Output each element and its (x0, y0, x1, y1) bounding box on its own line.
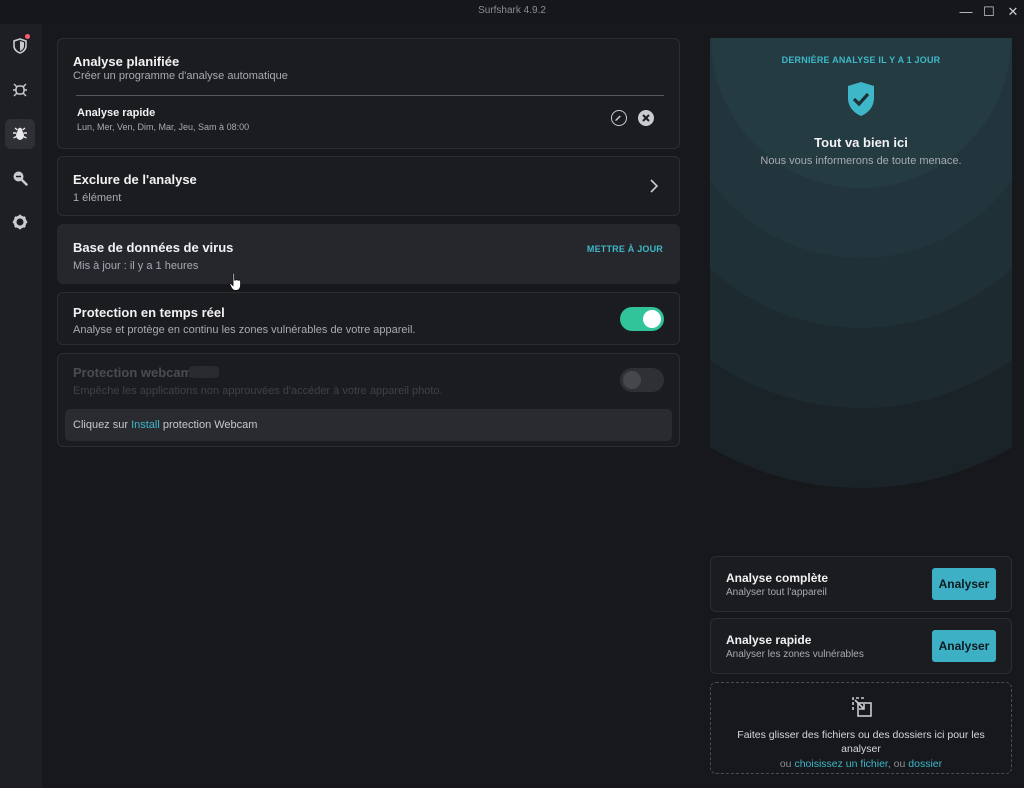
toggle-knob (643, 310, 661, 328)
realtime-subtitle: Analyse et protège en continu les zones … (73, 324, 416, 336)
realtime-protection-card: Protection en temps réel Analyse et prot… (57, 292, 680, 345)
scheduled-scan-title: Analyse planifiée (73, 54, 180, 69)
webcam-subtitle: Empêche les applications non approuvées … (73, 385, 443, 397)
sidebar-item-settings[interactable] (5, 207, 35, 237)
drag-drop-icon (852, 697, 872, 717)
shield-alert-icon (13, 38, 27, 54)
exclude-title: Exclure de l'analyse (73, 172, 197, 187)
exclude-subtitle: 1 élément (73, 192, 122, 204)
bug-scan-icon (13, 83, 27, 97)
webcam-install-note: Cliquez sur Install protection Webcam (65, 409, 672, 441)
window-title: Surfshark 4.9.2 (478, 5, 546, 16)
or-text: ou (779, 758, 795, 770)
maximize-button[interactable]: ☐ (979, 3, 999, 21)
scheduled-scan-card: Analyse planifiée Créer un programme d'a… (57, 38, 680, 149)
status-subtitle: Nous vous informerons de toute menace. (760, 155, 962, 167)
choose-folder-link[interactable]: dossier (908, 758, 942, 770)
scheduled-entry-days: Lun, Mer, Ven, Dim, Mar, Jeu, Sam à 08:0… (77, 122, 250, 132)
scheduled-entry: Analyse rapide Lun, Mer, Ven, Dim, Mar, … (76, 95, 664, 147)
file-drop-zone[interactable]: Faites glisser des fichiers ou des dossi… (710, 682, 1012, 774)
realtime-title: Protection en temps réel (73, 305, 225, 320)
update-database-button[interactable]: METTRE À JOUR (587, 244, 663, 254)
sidebar-item-alert-scan[interactable] (5, 75, 35, 105)
scan-status-panel: DERNIÈRE ANALYSE IL Y A 1 JOUR Tout va b… (710, 38, 1012, 568)
settings-icon (12, 214, 28, 230)
title-bar: Surfshark 4.9.2 — ☐ ✕ (0, 0, 1024, 24)
shield-check-icon (848, 82, 874, 116)
alert-dot (25, 34, 30, 39)
sidebar (0, 24, 42, 788)
chevron-right-icon (650, 179, 659, 193)
search-leak-icon (13, 171, 28, 186)
full-scan-card: Analyse complète Analyser tout l'apparei… (710, 556, 1012, 612)
main-content: Analyse planifiée Créer un programme d'a… (42, 24, 1024, 788)
webcam-toggle[interactable] (620, 368, 664, 392)
note-prefix: Cliquez sur (73, 419, 132, 431)
last-scan-tag: DERNIÈRE ANALYSE IL Y A 1 JOUR (781, 55, 941, 65)
note-suffix: protection Webcam (159, 419, 258, 431)
edit-icon (615, 115, 621, 121)
close-window-button[interactable]: ✕ (1003, 3, 1023, 21)
sidebar-item-alert[interactable] (5, 31, 35, 61)
full-scan-title: Analyse complète (726, 571, 829, 585)
status-title: Tout va bien ici (814, 135, 908, 150)
close-icon (642, 114, 650, 122)
install-link[interactable]: Install (131, 419, 160, 431)
webcam-protection-card: Protection webcam Empêche les applicatio… (57, 353, 680, 447)
sidebar-item-antivirus[interactable] (5, 119, 35, 149)
sidebar-item-search[interactable] (5, 163, 35, 193)
database-title: Base de données de virus (73, 240, 234, 255)
exclude-card[interactable]: Exclure de l'analyse 1 élément (57, 156, 680, 216)
drop-zone-text: Faites glisser des fichiers ou des dossi… (737, 729, 985, 755)
virus-database-card: Base de données de virus Mis à jour : il… (57, 224, 680, 284)
full-scan-button[interactable]: Analyser (932, 568, 996, 600)
edit-schedule-button[interactable] (611, 110, 627, 126)
realtime-toggle[interactable] (620, 307, 664, 331)
scheduled-entry-title: Analyse rapide (77, 107, 156, 119)
quick-scan-title: Analyse rapide (726, 633, 812, 647)
drop-zone-links: ou choisissez un fichier, ou dossier (711, 758, 1011, 770)
webcam-title: Protection webcam (73, 365, 193, 380)
database-subtitle: Mis à jour : il y a 1 heures (73, 260, 199, 272)
webcam-badge (189, 366, 219, 378)
scheduled-scan-subtitle: Créer un programme d'analyse automatique (73, 70, 288, 82)
choose-file-link[interactable]: choisissez un fichier (794, 758, 887, 770)
quick-scan-button[interactable]: Analyser (932, 630, 996, 662)
delete-schedule-button[interactable] (638, 110, 654, 126)
full-scan-subtitle: Analyser tout l'appareil (726, 587, 827, 598)
hand-cursor-icon (229, 272, 242, 291)
antivirus-icon (13, 127, 27, 140)
or-text: , ou (887, 758, 909, 770)
quick-scan-subtitle: Analyser les zones vulnérables (726, 649, 864, 660)
quick-scan-card: Analyse rapide Analyser les zones vulnér… (710, 618, 1012, 674)
toggle-knob (623, 371, 641, 389)
minimize-button[interactable]: — (956, 3, 976, 21)
